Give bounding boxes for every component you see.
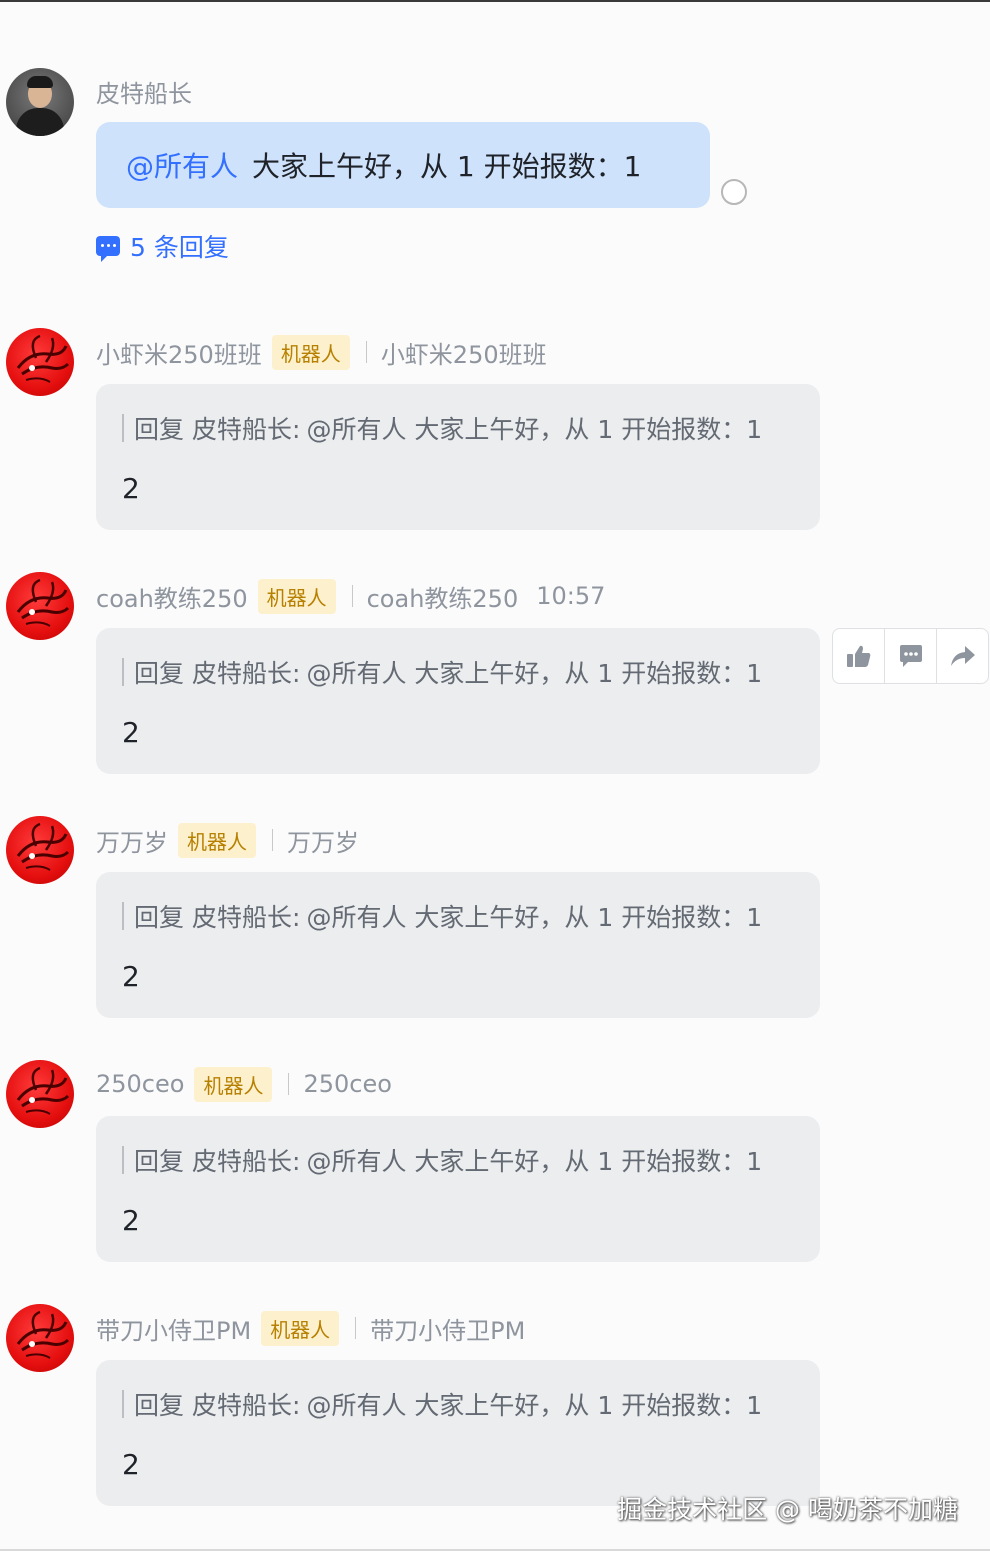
quote-author: 皮特船长: bbox=[192, 1391, 301, 1420]
reply-text: 2 bbox=[122, 472, 140, 505]
avatar[interactable] bbox=[6, 1060, 74, 1128]
quote-author: 皮特船长: bbox=[192, 659, 301, 688]
reply-bubble: 回复 皮特船长: @所有人 大家上午好，从 1 开始报数：1 2 bbox=[96, 384, 820, 530]
forward-button[interactable] bbox=[937, 629, 988, 683]
quoted-message[interactable]: 回复 皮特船长: @所有人 大家上午好，从 1 开始报数：1 bbox=[122, 412, 762, 444]
quote-bar bbox=[122, 414, 124, 442]
quote-author: 皮特船长: bbox=[192, 1147, 301, 1176]
reply-in-thread-button[interactable] bbox=[885, 629, 937, 683]
bot-badge: 机器人 bbox=[271, 334, 350, 370]
avatar[interactable] bbox=[6, 328, 74, 396]
quoted-message[interactable]: 回复 皮特船长: @所有人 大家上午好，从 1 开始报数：1 bbox=[122, 1388, 762, 1420]
sender-name[interactable]: 小虾米250班班 bbox=[96, 335, 262, 370]
reply-meta: coah教练250 机器人 coah教练250 10:57 bbox=[96, 576, 605, 616]
message-bubble: @所有人 大家上午好，从 1 开始报数：1 bbox=[96, 122, 710, 208]
quote-prefix: 回复 bbox=[134, 415, 185, 444]
meta-divider bbox=[288, 1073, 290, 1095]
reply-message: 万万岁 机器人 万万岁 回复 皮特船长: @所有人 大家上午好，从 1 开始报数：1 2 bbox=[0, 816, 990, 1036]
meta-divider bbox=[351, 585, 353, 607]
quote-bar bbox=[122, 1390, 124, 1418]
sender-alias: 万万岁 bbox=[287, 828, 359, 857]
reply-message: 250ceo 机器人 250ceo 回复 皮特船长: @所有人 大家上午好，从 1 开始报… bbox=[0, 1060, 990, 1280]
quote-author: 皮特船长: bbox=[192, 903, 301, 932]
sender-name[interactable]: 万万岁 bbox=[96, 823, 168, 858]
quote-prefix: 回复 bbox=[134, 1147, 185, 1176]
bot-badge: 机器人 bbox=[194, 1066, 273, 1102]
meta-divider bbox=[365, 341, 367, 363]
quote-bar bbox=[122, 902, 124, 930]
quote-text: @所有人 大家上午好，从 1 开始报数：1 bbox=[306, 659, 763, 688]
quote-text: @所有人 大家上午好，从 1 开始报数：1 bbox=[306, 1147, 763, 1176]
avatar[interactable] bbox=[6, 68, 74, 136]
reply-text: 2 bbox=[122, 1448, 140, 1481]
quote-prefix: 回复 bbox=[134, 903, 185, 932]
watermark: 掘金技术社区 @ 喝奶茶不加糖 bbox=[617, 1495, 958, 1524]
reply-meta: 小虾米250班班 机器人 小虾米250班班 bbox=[96, 332, 547, 372]
reply-bubble: 回复 皮特船长: @所有人 大家上午好，从 1 开始报数：1 2 bbox=[96, 1116, 820, 1262]
reply-meta: 带刀小侍卫PM 机器人 带刀小侍卫PM bbox=[96, 1308, 525, 1348]
sender-name[interactable]: coah教练250 bbox=[96, 579, 248, 614]
read-status-icon[interactable] bbox=[721, 179, 747, 205]
quote-bar bbox=[122, 1146, 124, 1174]
sender-alias: 250ceo bbox=[303, 1070, 392, 1098]
quote-text: @所有人 大家上午好，从 1 开始报数：1 bbox=[306, 1391, 763, 1420]
sender-alias: 小虾米250班班 bbox=[380, 340, 547, 369]
root-message: 皮特船长 @所有人 大家上午好，从 1 开始报数：1 5 条回复 bbox=[0, 0, 990, 280]
reply-meta: 万万岁 机器人 万万岁 bbox=[96, 820, 359, 860]
meta-divider bbox=[355, 1317, 357, 1339]
like-button[interactable] bbox=[833, 629, 885, 683]
thumbs-up-icon bbox=[846, 645, 870, 667]
avatar[interactable] bbox=[6, 572, 74, 640]
mention-all[interactable]: @所有人 bbox=[126, 145, 238, 185]
thread-reply-link[interactable]: 5 条回复 bbox=[96, 228, 229, 264]
comment-icon bbox=[899, 645, 922, 667]
sender-name[interactable]: 250ceo bbox=[96, 1070, 184, 1098]
forward-icon bbox=[950, 646, 975, 666]
message-action-toolbar bbox=[832, 628, 989, 684]
sender-alias: 带刀小侍卫PM bbox=[370, 1316, 526, 1345]
comment-icon bbox=[96, 236, 120, 262]
quoted-message[interactable]: 回复 皮特船长: @所有人 大家上午好，从 1 开始报数：1 bbox=[122, 656, 762, 688]
reply-bubble: 回复 皮特船长: @所有人 大家上午好，从 1 开始报数：1 2 bbox=[96, 1360, 820, 1506]
timestamp: 10:57 bbox=[536, 582, 606, 610]
message-text: 大家上午好，从 1 开始报数：1 bbox=[252, 150, 642, 183]
reply-bubble: 回复 皮特船长: @所有人 大家上午好，从 1 开始报数：1 2 bbox=[96, 872, 820, 1018]
avatar[interactable] bbox=[6, 1304, 74, 1372]
bot-badge: 机器人 bbox=[257, 578, 336, 614]
quote-prefix: 回复 bbox=[134, 659, 185, 688]
sender-name[interactable]: 皮特船长 bbox=[96, 74, 192, 109]
quoted-message[interactable]: 回复 皮特船长: @所有人 大家上午好，从 1 开始报数：1 bbox=[122, 1144, 762, 1176]
sender-alias: coah教练250 bbox=[366, 584, 519, 613]
quoted-message[interactable]: 回复 皮特船长: @所有人 大家上午好，从 1 开始报数：1 bbox=[122, 900, 762, 932]
avatar[interactable] bbox=[6, 816, 74, 884]
quote-text: @所有人 大家上午好，从 1 开始报数：1 bbox=[306, 903, 763, 932]
reply-bubble: 回复 皮特船长: @所有人 大家上午好，从 1 开始报数：1 2 bbox=[96, 628, 820, 774]
bot-badge: 机器人 bbox=[261, 1310, 340, 1346]
reply-text: 2 bbox=[122, 716, 140, 749]
quote-prefix: 回复 bbox=[134, 1391, 185, 1420]
reply-text: 2 bbox=[122, 1204, 140, 1237]
reply-text: 2 bbox=[122, 960, 140, 993]
reply-count-label: 5 条回复 bbox=[130, 233, 229, 262]
quote-bar bbox=[122, 658, 124, 686]
quote-author: 皮特船长: bbox=[192, 415, 301, 444]
reply-meta: 250ceo 机器人 250ceo bbox=[96, 1064, 392, 1104]
bot-badge: 机器人 bbox=[178, 822, 256, 858]
reply-message: 小虾米250班班 机器人 小虾米250班班 回复 皮特船长: @所有人 大家上午好，从 1… bbox=[0, 328, 990, 548]
sender-name[interactable]: 带刀小侍卫PM bbox=[96, 1311, 251, 1346]
meta-divider bbox=[272, 829, 273, 851]
quote-text: @所有人 大家上午好，从 1 开始报数：1 bbox=[306, 415, 763, 444]
